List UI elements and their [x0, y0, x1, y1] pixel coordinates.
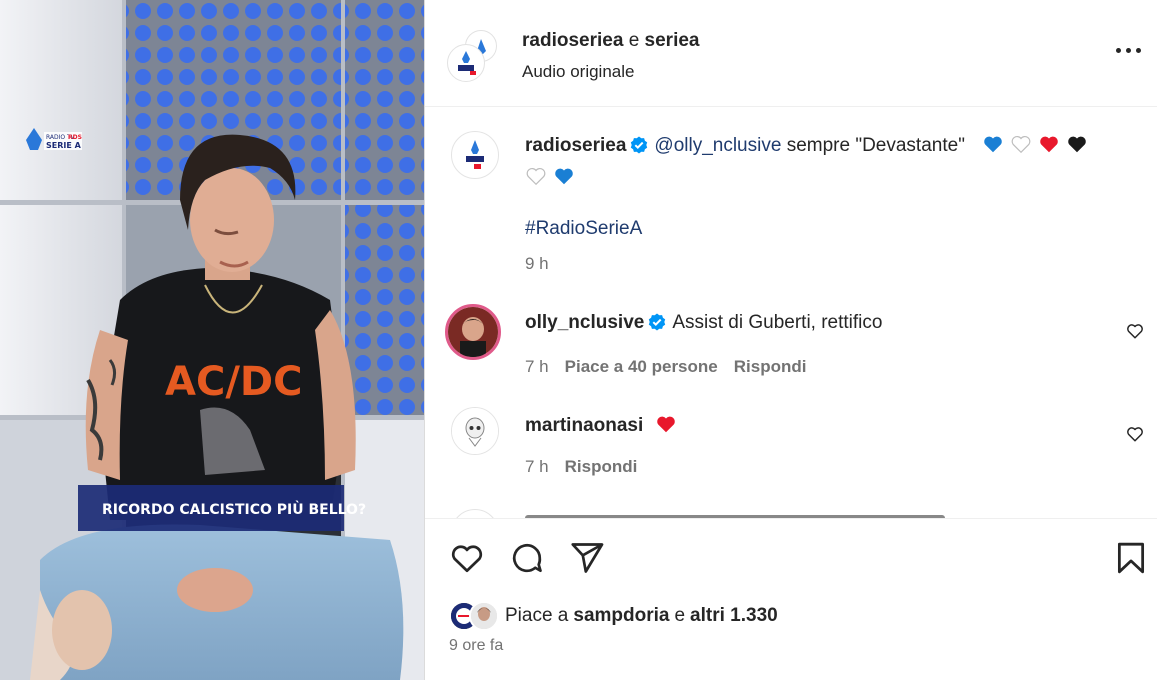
- audio-link[interactable]: Audio originale: [522, 62, 700, 82]
- liker-username-link[interactable]: sampdoria: [573, 605, 669, 627]
- comment-item: martinaonasi 7 h Rispondi: [425, 407, 1157, 487]
- reply-button[interactable]: Rispondi: [734, 357, 807, 376]
- caption-username[interactable]: radioseriea: [525, 135, 626, 156]
- heart-icon: [1127, 427, 1143, 442]
- like-comment-button[interactable]: [1126, 425, 1144, 443]
- blue-heart-emoji: [553, 165, 575, 187]
- heart-icon: [451, 545, 483, 573]
- post-timestamp[interactable]: 9 ore fa: [449, 637, 503, 655]
- comment-avatar[interactable]: [451, 407, 499, 455]
- like-button[interactable]: [449, 540, 485, 581]
- post-header: radioseriea e seriea Audio originale: [425, 0, 1157, 107]
- post-header-title: radioseriea e seriea: [522, 30, 700, 52]
- header-user-link[interactable]: radioseriea: [522, 30, 623, 51]
- shirt-print: AC/DC: [165, 359, 302, 405]
- liker-avatar: [469, 601, 499, 631]
- more-options-button[interactable]: [1114, 40, 1144, 60]
- bookmark-icon: [1117, 542, 1145, 574]
- comment-avatar[interactable]: [445, 304, 501, 360]
- post-video-frame: AC/DC RICORDO CALCISTICO PIÙ BELLO? RADI…: [0, 0, 424, 680]
- post-caption: radioseriea @olly_nclusive sempre "Devast…: [425, 131, 1157, 291]
- radioseriea-avatar[interactable]: [447, 44, 485, 82]
- verified-icon: [648, 311, 666, 340]
- caption-time: 9 h: [525, 254, 549, 273]
- share-button[interactable]: [569, 540, 605, 581]
- svg-text:RDS: RDS: [68, 134, 82, 141]
- caption-mention-link[interactable]: @olly_nclusive: [654, 135, 781, 156]
- comment-username[interactable]: martinaonasi: [525, 415, 643, 436]
- collab-avatars[interactable]: [447, 30, 497, 82]
- post-media[interactable]: AC/DC RICORDO CALCISTICO PIÙ BELLO? RADI…: [0, 0, 424, 680]
- video-overlay-caption: RICORDO CALCISTICO PIÙ BELLO?: [102, 500, 366, 518]
- comment-text: Assist di Guberti, rettifico: [672, 312, 883, 333]
- post-details-panel: radioseriea e seriea Audio originale rad…: [424, 0, 1157, 680]
- comment-icon: [512, 543, 542, 573]
- comment-time: 7 h: [525, 357, 549, 376]
- header-collab-link[interactable]: seriea: [645, 30, 700, 51]
- white-heart-emoji: [525, 165, 547, 187]
- comment-username[interactable]: olly_nclusive: [525, 312, 644, 333]
- caption-avatar[interactable]: [451, 131, 499, 179]
- caption-text: sempre "Devastante": [786, 135, 965, 156]
- comment-meta: 7 h Piace a 40 persone Rispondi: [525, 352, 1118, 381]
- others-likes-link[interactable]: altri 1.330: [690, 605, 778, 627]
- caption-hashtag-link[interactable]: #RadioSerieA: [525, 214, 1118, 243]
- heart-icon: [1127, 324, 1143, 339]
- white-heart-emoji: [1010, 133, 1032, 155]
- like-comment-button[interactable]: [1126, 322, 1144, 340]
- blue-heart-emoji: [982, 133, 1004, 155]
- comment-meta: 7 h Rispondi: [525, 452, 1118, 481]
- comment-button[interactable]: [509, 540, 545, 581]
- comments-list[interactable]: radioseriea @olly_nclusive sempre "Devast…: [425, 107, 1157, 519]
- reply-button[interactable]: Rispondi: [565, 457, 638, 476]
- more-icon: [1116, 48, 1121, 53]
- svg-text:SERIE A: SERIE A: [46, 141, 82, 150]
- verified-icon: [630, 134, 648, 163]
- likes-joiner: e: [674, 605, 686, 626]
- red-heart-emoji: [1038, 133, 1060, 155]
- likes-summary[interactable]: Piace a sampdoria e altri 1.330: [449, 601, 778, 631]
- red-heart-emoji: [655, 413, 677, 435]
- header-joiner: e: [628, 30, 640, 51]
- likes-prefix: Piace a: [505, 605, 569, 626]
- share-icon: [571, 543, 604, 573]
- comment-item: olly_nclusive Assist di Guberti, rettific…: [425, 304, 1157, 384]
- comment-time: 7 h: [525, 457, 549, 476]
- post-actions: Piace a sampdoria e altri 1.330 9 ore fa: [425, 518, 1157, 681]
- save-button[interactable]: [1115, 540, 1147, 581]
- black-heart-emoji: [1066, 133, 1088, 155]
- comment-likes-link[interactable]: Piace a 40 persone: [565, 357, 718, 376]
